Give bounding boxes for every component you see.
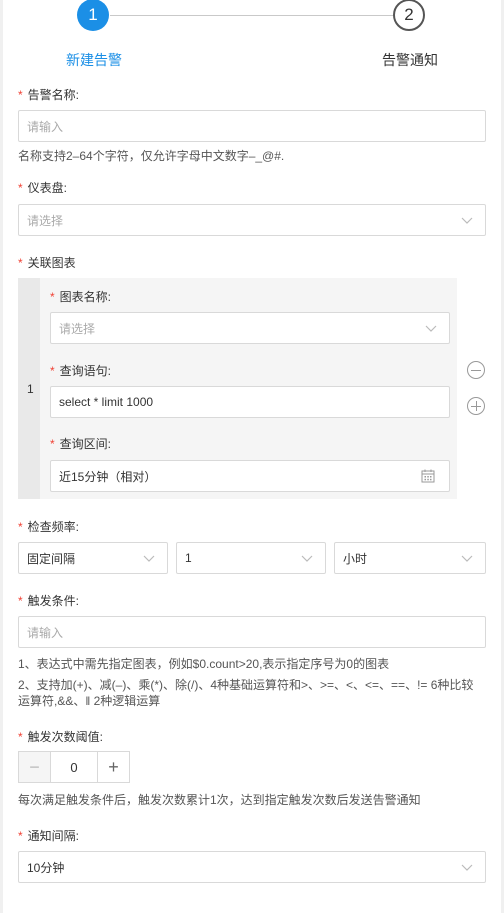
query-range-value: 近15分钟（相对）	[59, 469, 157, 484]
query-range-label: * 查询区间:	[50, 437, 112, 451]
query-value: select * limit 1000	[59, 395, 154, 409]
query-label: * 查询语句:	[50, 364, 112, 378]
frequency-mode-value: 固定间隔	[27, 551, 76, 566]
plus-circle-icon[interactable]	[467, 397, 485, 415]
trigger-condition-input[interactable]: 请输入	[18, 616, 486, 648]
step-2-number: 2	[404, 5, 414, 24]
trigger-threshold-label: * 触发次数阈值:	[18, 730, 104, 744]
chevron-down-icon	[425, 325, 437, 332]
alert-name-hint: 名称支持2–64个字符，仅允许字母中文数字–_@#.	[18, 149, 285, 163]
step-2-indicator[interactable]: 2	[393, 0, 425, 31]
step-1-label: 新建告警	[66, 52, 122, 68]
chart-name-select[interactable]: 请选择	[50, 312, 450, 344]
dashboard-label: * 仪表盘:	[18, 181, 68, 195]
trigger-threshold-hint: 每次满足触发条件后，触发次数累计1次，达到指定触发次数后发送告警通知	[18, 793, 421, 807]
query-range-picker[interactable]: 近15分钟（相对）	[50, 460, 450, 492]
calendar-icon	[421, 469, 435, 483]
check-frequency-label: * 检查频率:	[18, 520, 80, 534]
related-chart-index: 1	[27, 382, 34, 396]
chart-name-label: * 图表名称:	[50, 290, 112, 304]
chevron-down-icon	[461, 555, 473, 562]
step-1-indicator: 1	[77, 0, 109, 31]
query-input[interactable]: select * limit 1000	[50, 386, 450, 418]
minus-circle-icon[interactable]	[467, 361, 485, 379]
frequency-unit-select[interactable]: 小时	[334, 542, 486, 574]
frequency-value: 1	[185, 551, 192, 565]
trigger-condition-label: * 触发条件:	[18, 594, 80, 608]
alert-name-label: * 告警名称:	[18, 88, 80, 102]
step-2-label[interactable]: 告警通知	[382, 50, 438, 70]
trigger-condition-hint-3: 运算符,&&、‖ 2种逻辑运算	[18, 694, 161, 708]
alert-name-placeholder: 请输入	[27, 119, 64, 134]
chevron-down-icon	[143, 555, 155, 562]
chevron-down-icon	[461, 864, 473, 871]
notify-interval-select[interactable]: 10分钟	[18, 851, 486, 883]
notify-interval-value: 10分钟	[27, 860, 65, 875]
trigger-threshold-stepper: − 0 +	[18, 751, 130, 783]
step-1-number: 1	[88, 5, 98, 24]
frequency-unit-value: 小时	[343, 551, 368, 566]
trigger-condition-hint-1: 1、表达式中需先指定图表，例如$0.count>20,表示指定序号为0的图表	[18, 657, 390, 671]
alert-name-input[interactable]: 请输入	[18, 110, 486, 142]
step-connector-line	[110, 15, 393, 16]
notify-interval-label: * 通知间隔:	[18, 829, 80, 843]
frequency-mode-select[interactable]: 固定间隔	[18, 542, 168, 574]
trigger-condition-placeholder: 请输入	[27, 625, 64, 640]
chevron-down-icon	[301, 555, 313, 562]
chevron-down-icon	[461, 217, 473, 224]
related-chart-label: * 关联图表	[18, 256, 76, 270]
increment-button[interactable]: +	[97, 752, 129, 782]
frequency-value-select[interactable]: 1	[176, 542, 326, 574]
dashboard-placeholder: 请选择	[27, 213, 64, 228]
alert-form-panel: 1 2 新建告警 告警通知 * 告警名称: 请输入 名称支持2–64个字符，仅允许…	[3, 0, 501, 913]
chart-name-placeholder: 请选择	[59, 321, 96, 336]
trigger-threshold-value[interactable]: 0	[51, 752, 97, 782]
decrement-button[interactable]: −	[19, 752, 51, 782]
dashboard-select[interactable]: 请选择	[18, 204, 486, 236]
